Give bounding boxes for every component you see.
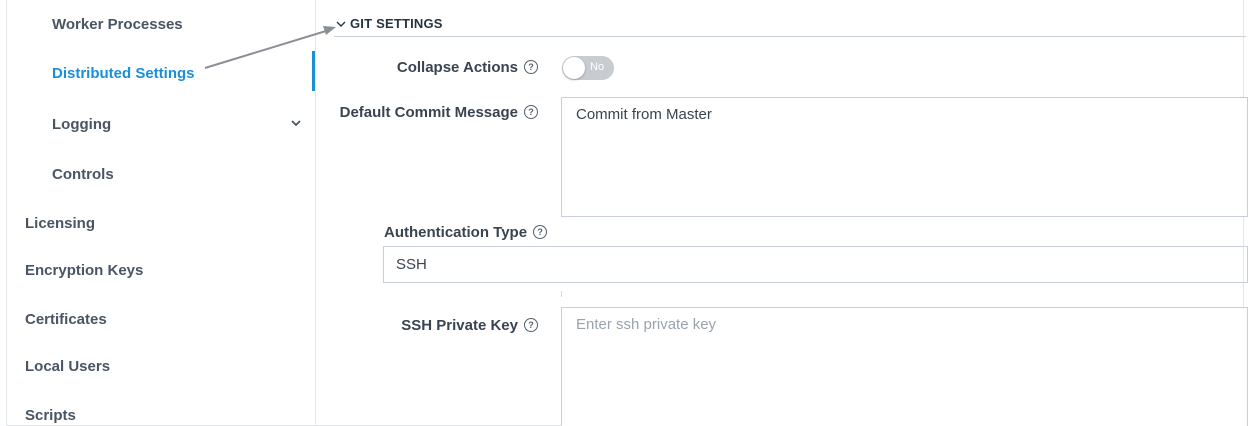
chevron-down-icon[interactable]	[290, 117, 302, 129]
sidebar-item-scripts[interactable]: Scripts	[25, 407, 76, 424]
sidebar-item-distributed-settings[interactable]: Distributed Settings	[52, 65, 195, 82]
divider-tick	[561, 291, 562, 297]
collapse-actions-label: Collapse Actions?	[397, 59, 538, 76]
help-circle-icon[interactable]: ?	[524, 60, 538, 75]
section-divider	[334, 36, 1246, 37]
main-panel: GIT SETTINGS Collapse Actions? No Defaul…	[316, 0, 1248, 426]
collapse-actions-toggle[interactable]: No	[562, 56, 614, 80]
help-circle-icon[interactable]: ?	[524, 318, 538, 333]
sidebar: Worker Processes Distributed Settings Lo…	[7, 0, 316, 426]
section-header-git-settings[interactable]: GIT SETTINGS	[336, 16, 443, 31]
sidebar-item-worker-processes[interactable]: Worker Processes	[52, 16, 183, 33]
active-indicator	[312, 51, 315, 91]
sidebar-item-logging[interactable]: Logging	[52, 116, 111, 133]
default-commit-message-field[interactable]: Commit from Master	[561, 97, 1248, 217]
sidebar-item-certificates[interactable]: Certificates	[25, 311, 107, 328]
sidebar-item-encryption-keys[interactable]: Encryption Keys	[25, 262, 143, 279]
section-title: GIT SETTINGS	[350, 16, 443, 31]
authentication-type-label: Authentication Type?	[384, 224, 548, 241]
ssh-private-key-label: SSH Private Key?	[401, 317, 538, 334]
sidebar-item-local-users[interactable]: Local Users	[25, 358, 110, 375]
chevron-down-icon	[336, 21, 346, 27]
sidebar-item-licensing[interactable]: Licensing	[25, 215, 95, 232]
ssh-private-key-field[interactable]: Enter ssh private key	[561, 307, 1248, 426]
authentication-type-select[interactable]: SSH	[383, 246, 1248, 283]
default-commit-message-label: Default Commit Message?	[340, 104, 538, 121]
help-circle-icon[interactable]: ?	[524, 105, 538, 120]
toggle-knob	[563, 57, 585, 79]
help-circle-icon[interactable]: ?	[533, 225, 548, 240]
toggle-label: No	[590, 61, 605, 73]
sidebar-item-controls[interactable]: Controls	[52, 166, 114, 183]
